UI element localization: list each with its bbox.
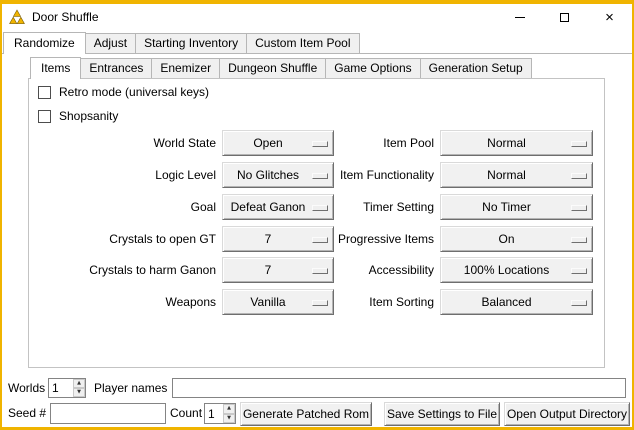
open-output-directory-button[interactable]: Open Output Directory <box>504 402 630 426</box>
accessibility-label: Accessibility <box>254 257 434 283</box>
logic-level-label: Logic Level <box>16 162 216 188</box>
accessibility-dropdown[interactable]: 100% Locations <box>440 257 593 283</box>
spin-up-icon[interactable]: ▲ <box>223 404 235 414</box>
count-spinbox[interactable]: ▲ ▼ <box>204 403 236 424</box>
minimize-button[interactable] <box>497 4 542 30</box>
retro-mode-checkbox[interactable] <box>38 86 51 99</box>
sub-tabbar: Items Entrances Enemizer Dungeon Shuffle… <box>30 57 532 78</box>
dropdown-value: No Timer <box>443 195 570 219</box>
close-button[interactable]: × <box>587 4 632 30</box>
crystals-harm-ganon-label: Crystals to harm Ganon <box>16 257 216 283</box>
main-tabbar: Randomize Adjust Starting Inventory Cust… <box>3 33 360 54</box>
item-pool-label: Item Pool <box>254 130 434 156</box>
dropdown-indicator-icon <box>571 268 587 274</box>
item-sorting-dropdown[interactable]: Balanced <box>440 289 593 315</box>
worlds-spin-arrows: ▲ ▼ <box>73 379 85 397</box>
dropdown-indicator-icon <box>571 237 587 243</box>
spin-down-icon[interactable]: ▼ <box>73 388 85 397</box>
maximize-icon <box>560 13 569 22</box>
tab-randomize[interactable]: Randomize <box>3 32 86 54</box>
retro-mode-label: Retro mode (universal keys) <box>59 85 209 100</box>
save-settings-button[interactable]: Save Settings to File <box>384 402 500 426</box>
goal-label: Goal <box>16 194 216 220</box>
tab-starting-inventory[interactable]: Starting Inventory <box>135 33 247 53</box>
crystals-open-gt-label: Crystals to open GT <box>16 226 216 252</box>
tab-custom-item-pool[interactable]: Custom Item Pool <box>246 33 359 53</box>
player-names-label: Player names <box>94 378 167 398</box>
dropdown-value: Normal <box>443 131 570 155</box>
worlds-label: Worlds <box>8 378 45 398</box>
dropdown-indicator-icon <box>571 300 587 306</box>
item-functionality-dropdown[interactable]: Normal <box>440 162 593 188</box>
worlds-input[interactable] <box>49 379 75 397</box>
tab-items[interactable]: Items <box>30 57 81 79</box>
player-names-input[interactable] <box>172 378 626 398</box>
app-icon <box>9 9 25 25</box>
seed-label: Seed # <box>8 403 46 424</box>
tab-adjust[interactable]: Adjust <box>85 33 136 53</box>
timer-setting-dropdown[interactable]: No Timer <box>440 194 593 220</box>
tab-enemizer[interactable]: Enemizer <box>151 58 220 78</box>
progressive-items-label: Progressive Items <box>254 226 434 252</box>
worlds-spinbox[interactable]: ▲ ▼ <box>48 378 86 398</box>
shopsanity-checkbox[interactable] <box>38 110 51 123</box>
dropdown-value: Normal <box>443 163 570 187</box>
dropdown-indicator-icon <box>571 205 587 211</box>
item-pool-dropdown[interactable]: Normal <box>440 130 593 156</box>
timer-setting-label: Timer Setting <box>254 194 434 220</box>
count-spin-arrows: ▲ ▼ <box>223 404 235 423</box>
dropdown-indicator-icon <box>571 173 587 179</box>
spin-down-icon[interactable]: ▼ <box>223 414 235 424</box>
seed-input[interactable] <box>50 403 166 424</box>
dropdown-indicator-icon <box>571 141 587 147</box>
spin-up-icon[interactable]: ▲ <box>73 379 85 388</box>
minimize-icon <box>515 17 525 18</box>
dropdown-value: Balanced <box>443 290 570 314</box>
item-sorting-label: Item Sorting <box>254 289 434 315</box>
dropdown-value: 100% Locations <box>443 258 570 282</box>
maximize-button[interactable] <box>542 4 587 30</box>
tab-game-options[interactable]: Game Options <box>325 58 420 78</box>
weapons-label: Weapons <box>16 289 216 315</box>
dropdown-value: On <box>443 227 570 251</box>
tab-generation-setup[interactable]: Generation Setup <box>420 58 532 78</box>
close-icon: × <box>605 10 614 25</box>
item-functionality-label: Item Functionality <box>254 162 434 188</box>
count-input[interactable] <box>205 404 225 423</box>
count-label: Count <box>170 403 202 424</box>
shopsanity-label: Shopsanity <box>59 109 118 124</box>
world-state-label: World State <box>16 130 216 156</box>
progressive-items-dropdown[interactable]: On <box>440 226 593 252</box>
generate-patched-rom-button[interactable]: Generate Patched Rom <box>240 402 372 426</box>
tab-dungeon-shuffle[interactable]: Dungeon Shuffle <box>219 58 326 78</box>
window-title: Door Shuffle <box>32 10 99 24</box>
tab-entrances[interactable]: Entrances <box>80 58 152 78</box>
